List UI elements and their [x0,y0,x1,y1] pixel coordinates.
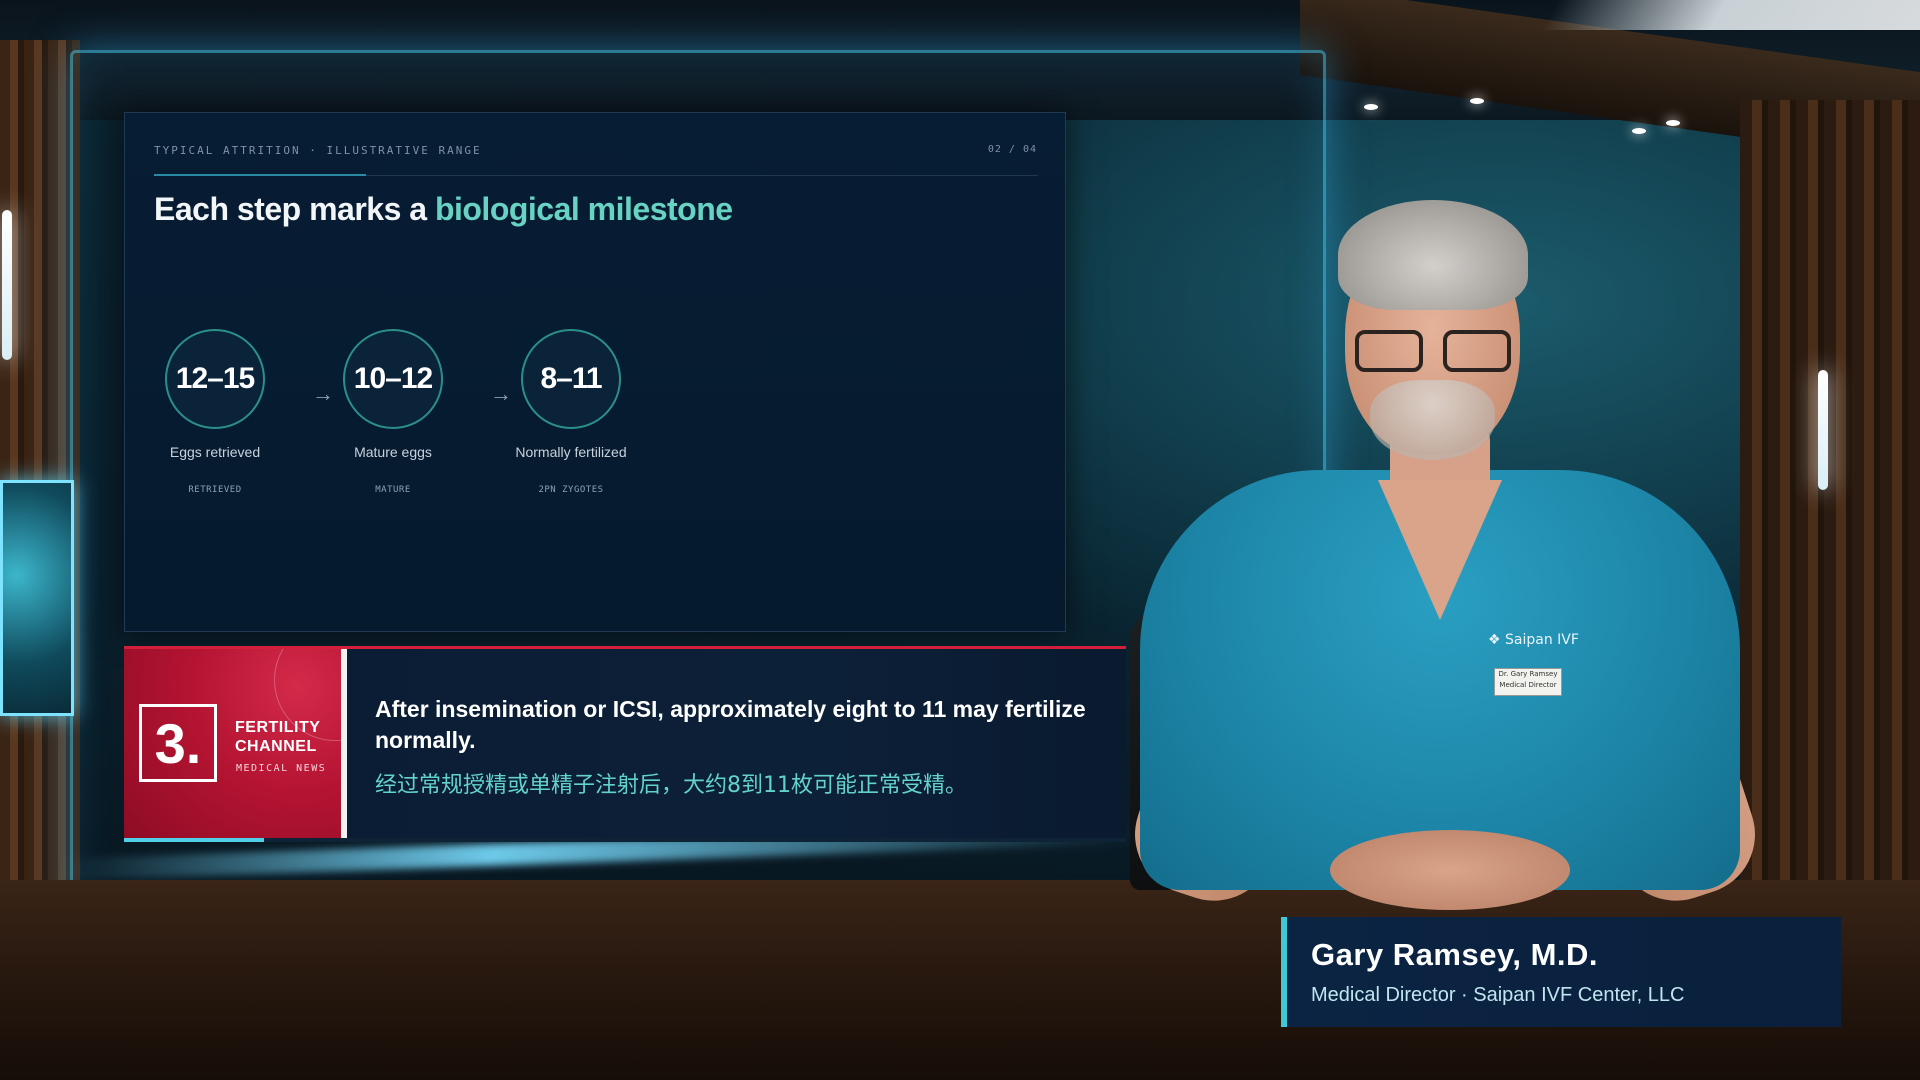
wood-wall-right [1740,100,1920,900]
slide-page-indicator: 02 / 04 [987,144,1037,155]
slide-title-accent: biological milestone [434,191,733,227]
speaker-name: Gary Ramsey, M.D. [1311,937,1599,972]
slide-title-prefix: Each step marks a [154,191,427,227]
caption-english: After insemination or ICSI, approximatel… [375,696,1086,753]
chest-logo-text: Saipan IVF [1505,632,1579,648]
ceiling-spotlight [1632,128,1646,134]
step-tag: MATURE [375,485,411,495]
info-slide: TYPICAL ATTRITION · ILLUSTRATIVE RANGE 0… [124,112,1066,632]
step-tag: 2PN ZYGOTES [538,485,604,495]
speaker-nameplate: Gary Ramsey, M.D. Medical Director · Sai… [1281,917,1841,1027]
badge-line2: Medical Director [1499,681,1557,689]
ceiling-spotlight [1470,98,1484,104]
badge-line1: Dr. Gary Ramsey [1498,670,1558,678]
glasses-icon [1355,330,1511,372]
channel-logo: 3. FERTILITY CHANNEL MEDICAL NEWS [124,649,341,838]
caption-progress-fill [124,838,265,842]
ceiling-light-strip [1541,0,1920,30]
step-circle: 12–15 [165,329,265,429]
step-circle: 8–11 [521,329,621,429]
step-label: Eggs retrieved [169,444,261,460]
logo-icon: ❖ [1488,632,1506,648]
slide-kicker: TYPICAL ATTRITION · ILLUSTRATIVE RANGE [154,144,482,157]
wall-light-right [1818,370,1828,490]
wall-light-left [2,210,12,360]
scrubs-v-neck [1378,480,1502,620]
step-mature: 10–12 Mature eggs MATURE [303,329,483,495]
presenter-beard [1370,380,1495,460]
channel-name-line2: CHANNEL [235,738,317,755]
channel-number-icon: 3. [139,704,217,782]
slide-progress-accent [154,174,367,176]
ceiling-spotlight [1666,120,1680,126]
caption-progress-bar [124,838,1126,842]
scrubs-chest-logo: ❖ Saipan IVF [1488,632,1579,648]
slide-title: Each step marks a biological milestone [154,191,733,228]
step-circle: 10–12 [343,329,443,429]
channel-name-line1: FERTILITY [235,719,321,736]
speaker-role: Medical Director · Saipan IVF Center, LL… [1311,984,1685,1006]
presenter-hands [1330,830,1570,910]
lower-third: 3. FERTILITY CHANNEL MEDICAL NEWS After … [124,646,1126,842]
name-badge: Dr. Gary Ramsey Medical Director [1494,668,1562,696]
step-tag: RETRIEVED [188,485,242,495]
presenter-hair [1338,200,1528,310]
step-label: Normally fertilized [515,444,627,460]
left-monitor [0,480,74,716]
step-label: Mature eggs [354,444,432,460]
step-retrieved: 12–15 Eggs retrieved RETRIEVED [125,329,305,495]
step-fertilized: 8–11 Normally fertilized 2PN ZYGOTES [481,329,661,495]
channel-subtitle: MEDICAL NEWS [236,763,327,774]
caption-chinese: 经过常规授精或单精子注射后，大约8到11枚可能正常受精。 [375,773,967,798]
ceiling-spotlight [1364,104,1378,110]
caption-panel: After insemination or ICSI, approximatel… [347,649,1126,838]
